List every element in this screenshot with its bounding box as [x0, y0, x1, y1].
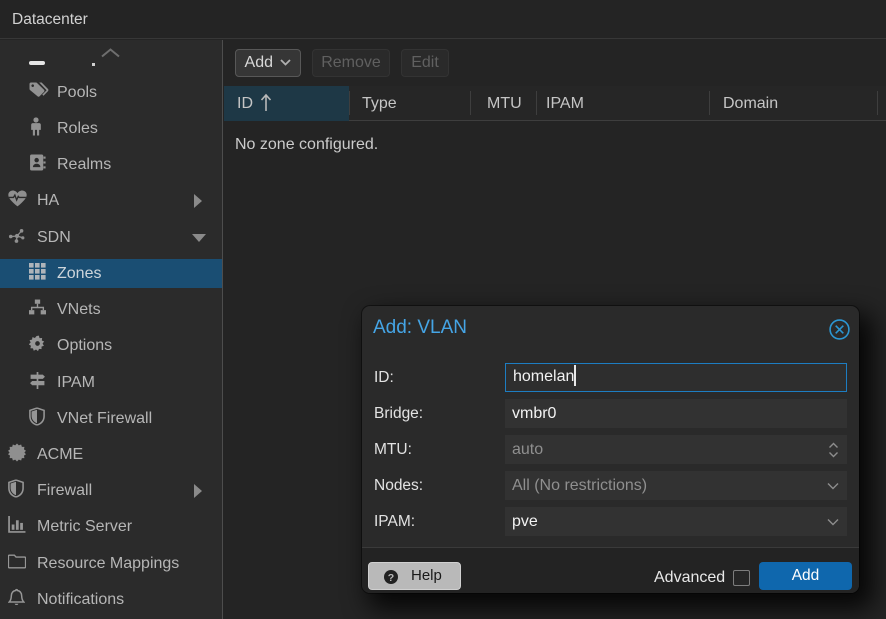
svg-text:?: ? — [388, 572, 394, 584]
